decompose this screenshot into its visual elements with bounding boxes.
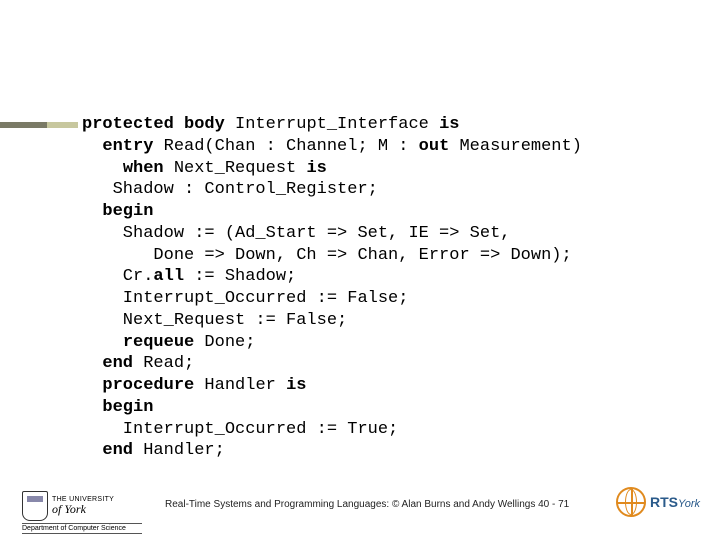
indent: [82, 202, 102, 221]
code-text: Next_Request := False;: [82, 311, 347, 330]
kw-all: all: [153, 267, 184, 286]
footer-copyright: Real-Time Systems and Programming Langua…: [165, 499, 569, 510]
code-text: Done => Down, Ch => Chan, Error => Down)…: [82, 246, 572, 265]
kw-is: is: [439, 115, 459, 134]
code-text: Handler;: [133, 441, 225, 460]
indent: [82, 333, 123, 352]
code-text: Read(Chan : Channel; M :: [153, 137, 418, 156]
code-text: := Shadow;: [184, 267, 296, 286]
indent: [82, 137, 102, 156]
indent: [82, 354, 102, 373]
kw-entry: entry: [102, 137, 153, 156]
code-text: Cr.: [82, 267, 153, 286]
kw-end: end: [102, 441, 133, 460]
code-text: Shadow : Control_Register;: [82, 180, 378, 199]
kw-begin: begin: [102, 398, 153, 417]
code-listing: protected body Interrupt_Interface is en…: [82, 114, 582, 462]
code-text: Measurement): [449, 137, 582, 156]
globe-icon: [616, 487, 646, 517]
university-logo: THE UNIVERSITY of York Department of Com…: [22, 491, 152, 534]
indent: [82, 441, 102, 460]
rts-logo: RTSYork: [616, 487, 700, 517]
kw-is: is: [306, 159, 326, 178]
kw-requeue: requeue: [123, 333, 194, 352]
code-text: Read;: [133, 354, 194, 373]
kw-is: is: [286, 376, 306, 395]
kw-procedure: procedure: [102, 376, 194, 395]
kw-protected-body: protected body: [82, 115, 225, 134]
code-text: Interrupt_Interface: [225, 115, 439, 134]
kw-out: out: [419, 137, 450, 156]
code-text: Interrupt_Occurred := False;: [82, 289, 408, 308]
code-text: Next_Request: [164, 159, 307, 178]
indent: [82, 159, 123, 178]
kw-end: end: [102, 354, 133, 373]
shield-icon: [22, 491, 48, 521]
kw-when: when: [123, 159, 164, 178]
code-text: Shadow := (Ad_Start => Set, IE => Set,: [82, 224, 510, 243]
uni-line2: of York: [52, 503, 114, 516]
rts-text: RTSYork: [650, 494, 700, 510]
code-text: Done;: [194, 333, 255, 352]
uni-department: Department of Computer Science: [22, 523, 142, 534]
indent: [82, 398, 102, 417]
code-text: Handler: [194, 376, 286, 395]
indent: [82, 376, 102, 395]
kw-begin: begin: [102, 202, 153, 221]
code-text: Interrupt_Occurred := True;: [82, 420, 398, 439]
accent-bar: [0, 122, 78, 128]
